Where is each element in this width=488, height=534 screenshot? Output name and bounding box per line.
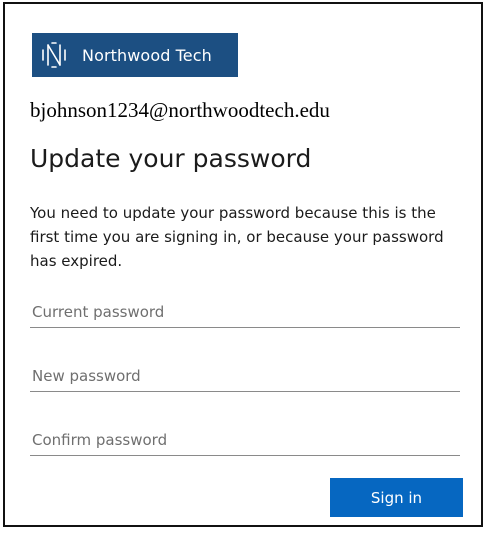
new-password-input[interactable] — [30, 360, 460, 392]
page-title: Update your password — [30, 144, 312, 173]
current-password-input[interactable] — [30, 296, 460, 328]
confirm-password-input[interactable] — [30, 424, 460, 456]
update-password-card: Northwood Tech bjohnson1234@northwoodtec… — [3, 2, 483, 527]
brand-name: Northwood Tech — [82, 45, 212, 65]
account-email: bjohnson1234@northwoodtech.edu — [30, 98, 330, 122]
sign-in-button[interactable]: Sign in — [330, 478, 463, 517]
northwood-n-logo-icon — [40, 40, 68, 70]
description-text: You need to update your password because… — [30, 204, 444, 270]
brand-logo: Northwood Tech — [32, 33, 238, 77]
